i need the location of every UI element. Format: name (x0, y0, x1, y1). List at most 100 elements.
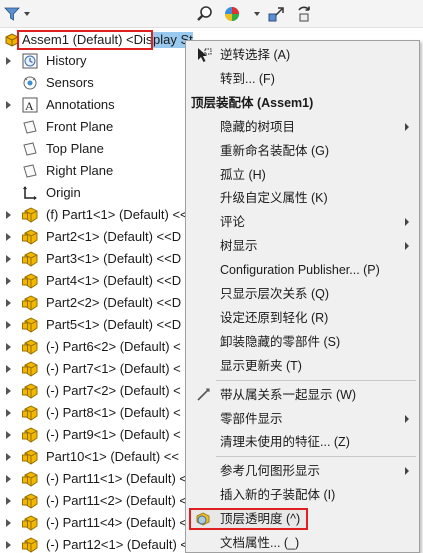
chevron-right-icon[interactable] (6, 497, 11, 505)
chevron-down-icon[interactable] (254, 12, 260, 16)
menu-show-update-folder[interactable]: 显示更新夹 (T) (187, 354, 419, 378)
tree-item-annotations[interactable]: A Annotations (0, 94, 190, 116)
rebuild-icon[interactable] (294, 4, 314, 24)
chevron-right-icon[interactable] (6, 255, 11, 263)
tree-item-front-plane[interactable]: Front Plane (0, 116, 190, 138)
tree-item-label: Part4<1> (Default) <<D (46, 273, 182, 288)
chevron-right-icon[interactable] (6, 299, 11, 307)
tree-item-label: Origin (46, 185, 81, 200)
tree-item-part[interactable]: Part3<1> (Default) <<D (0, 248, 190, 270)
chevron-right-icon[interactable] (6, 365, 11, 373)
chevron-right-icon[interactable] (6, 519, 11, 527)
menu-header-top-assembly: 顶层装配体 (Assem1) (187, 91, 419, 115)
chevron-right-icon[interactable] (6, 387, 11, 395)
menu-set-restore-lightweight[interactable]: 设定还原到轻化 (R) (187, 306, 419, 330)
menu-invert-selection[interactable]: 逆转选择 (A) (187, 43, 419, 67)
part-icon (22, 405, 40, 421)
svg-text:A: A (25, 99, 34, 113)
chevron-right-icon[interactable] (6, 321, 11, 329)
chevron-right-icon[interactable] (6, 343, 11, 351)
tree-item-part[interactable]: (-) Part11<4> (Default) < (0, 512, 190, 534)
tree-item-right-plane[interactable]: Right Plane (0, 160, 190, 182)
chevron-down-icon[interactable] (24, 12, 30, 16)
menu-item-label: 零部件显示 (220, 411, 283, 426)
menu-separator (216, 379, 416, 381)
menu-item-label: 转到... (F) (220, 71, 275, 86)
menu-top-transparency[interactable]: 顶层透明度 (^) (187, 507, 419, 531)
chevron-right-icon[interactable] (6, 431, 11, 439)
part-icon (22, 427, 40, 443)
chevron-right-icon (405, 242, 409, 251)
chevron-right-icon[interactable] (6, 475, 11, 483)
chevron-right-icon (405, 122, 409, 131)
tree-item-part[interactable]: (-) Part12<1> (Default) < (0, 534, 190, 553)
part-icon (22, 471, 40, 487)
menu-item-label: 顶层装配体 (Assem1) (191, 95, 314, 110)
chevron-right-icon[interactable] (6, 277, 11, 285)
chevron-right-icon[interactable] (6, 233, 11, 241)
tree-item-sensors[interactable]: Sensors (0, 72, 190, 94)
view-settings-icon[interactable] (266, 4, 286, 24)
part-icon (22, 295, 40, 311)
appearance-icon[interactable] (222, 4, 242, 24)
tree-item-part[interactable]: Part2<1> (Default) <<D (0, 226, 190, 248)
part-icon (22, 515, 40, 531)
chevron-right-icon[interactable] (6, 101, 11, 109)
menu-unload-hidden-components[interactable]: 卸装隐藏的零部件 (S) (187, 330, 419, 354)
menu-component-display[interactable]: 零部件显示 (187, 407, 419, 431)
menu-clean-unused-features[interactable]: 清理未使用的特征... (Z) (187, 430, 419, 454)
tree-item-origin[interactable]: Origin (0, 182, 190, 204)
tree-item-part[interactable]: Part10<1> (Default) << (0, 446, 190, 468)
tree-item-top-plane[interactable]: Top Plane (0, 138, 190, 160)
menu-show-hierarchy-only[interactable]: 只显示层次关系 (Q) (187, 282, 419, 306)
menu-document-properties[interactable]: 文档属性... (_) (187, 531, 419, 553)
tree-item-part[interactable]: Part2<2> (Default) <<D (0, 292, 190, 314)
chevron-right-icon (405, 467, 409, 476)
part-icon (22, 317, 40, 333)
chevron-right-icon[interactable] (6, 57, 11, 65)
tree-item-part[interactable]: Part4<1> (Default) <<D (0, 270, 190, 292)
menu-hidden-tree-items[interactable]: 隐藏的树项目 (187, 115, 419, 139)
menu-comment[interactable]: 评论 (187, 210, 419, 234)
tree-item-history[interactable]: History (0, 50, 190, 72)
menu-tree-display[interactable]: 树显示 (187, 234, 419, 258)
menu-isolate[interactable]: 孤立 (H) (187, 163, 419, 187)
menu-reference-geometry-display[interactable]: 参考几何图形显示 (187, 459, 419, 483)
tree-item-part[interactable]: (-) Part11<2> (Default) < (0, 490, 190, 512)
menu-goto[interactable]: 转到... (F) (187, 67, 419, 91)
tree-item-part[interactable]: (f) Part1<1> (Default) << (0, 204, 190, 226)
chevron-right-icon[interactable] (6, 453, 11, 461)
menu-configuration-publisher[interactable]: Configuration Publisher... (P) (187, 258, 419, 282)
context-menu: 逆转选择 (A) 转到... (F) 顶层装配体 (Assem1) 隐藏的树项目重新命… (185, 40, 420, 553)
tree-item-part[interactable]: (-) Part8<1> (Default) < (0, 402, 190, 424)
plane-icon (22, 163, 40, 179)
filter-icon[interactable] (2, 4, 22, 24)
zoom-icon[interactable] (195, 4, 215, 24)
chevron-right-icon[interactable] (6, 211, 11, 219)
tree-item-part[interactable]: (-) Part11<1> (Default) < (0, 468, 190, 490)
part-icon (22, 537, 40, 553)
tree-item-part[interactable]: (-) Part7<2> (Default) < (0, 380, 190, 402)
invert-selection-icon (195, 47, 213, 63)
tree-item-label: Sensors (46, 75, 94, 90)
chevron-right-icon[interactable] (6, 541, 11, 549)
tree-item-label: (-) Part7<1> (Default) < (46, 361, 181, 376)
menu-item-label: 文档属性... (_) (220, 536, 300, 550)
tree-item-label: History (46, 53, 87, 68)
tree-root-label[interactable]: Assem1 (Default) <Dis (17, 30, 153, 50)
menu-item-label: 顶层透明度 (^) (220, 512, 301, 527)
menu-item-label: 重新命名装配体 (G) (220, 143, 330, 158)
menu-insert-subassembly[interactable]: 插入新的子装配体 (I) (187, 483, 419, 507)
tree-item-label: (f) Part1<1> (Default) << (46, 207, 188, 222)
tree-item-part[interactable]: (-) Part9<1> (Default) < (0, 424, 190, 446)
menu-upgrade-custom-properties[interactable]: 升级自定义属性 (K) (187, 186, 419, 210)
menu-separator (216, 456, 416, 458)
chevron-right-icon[interactable] (6, 409, 11, 417)
menu-item-label: 孤立 (H) (220, 167, 266, 182)
menu-rename-assembly[interactable]: 重新命名装配体 (G) (187, 139, 419, 163)
part-icon (22, 449, 40, 465)
tree-item-part[interactable]: (-) Part7<1> (Default) < (0, 358, 190, 380)
tree-item-part[interactable]: (-) Part6<2> (Default) < (0, 336, 190, 358)
tree-item-part[interactable]: Part5<1> (Default) <<D (0, 314, 190, 336)
menu-show-with-dependencies[interactable]: 带从属关系一起显示 (W) (187, 383, 419, 407)
